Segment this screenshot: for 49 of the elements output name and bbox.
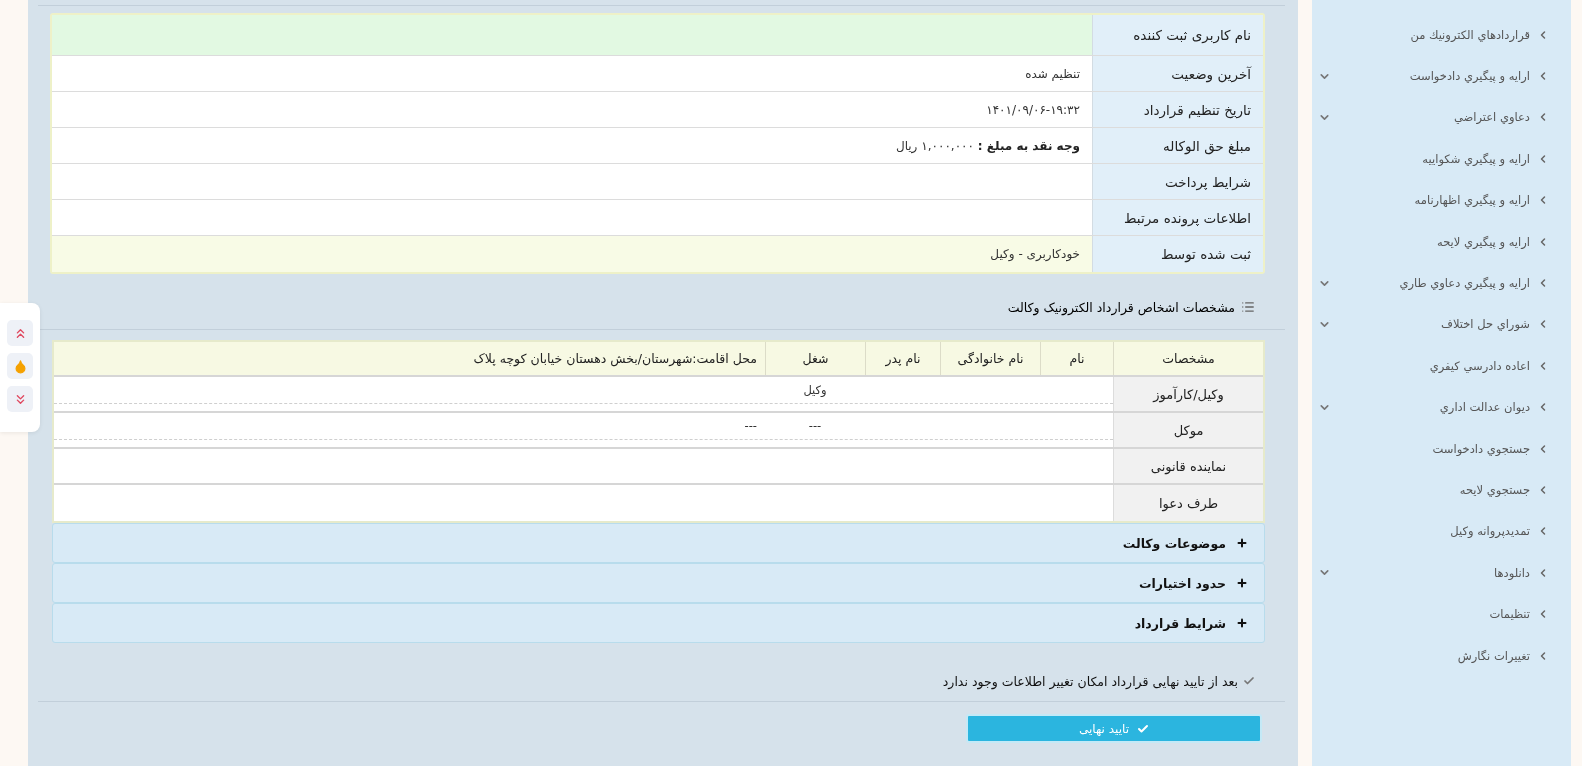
check-icon [1137,722,1149,735]
sidebar-item[interactable]: جستجوي دادخواست [1312,427,1571,470]
row-header: طرف دعوا [1113,485,1263,521]
sidebar-item[interactable]: ديوان عدالت اداري [1312,386,1571,428]
sidebar-item[interactable]: قراردادهاي الكترونيك من [1312,14,1571,56]
column-header: نام خانوادگی [940,342,1040,375]
column-header: نام [1040,342,1113,375]
accordion-header[interactable]: موضوعات وکالت [52,523,1265,563]
sidebar-item[interactable]: ارايه و پيگيري دعاوي طاري [1312,262,1571,304]
row-header: موکل [1113,413,1263,447]
sidebar-item[interactable]: ارايه و پيگيري شكواييه [1312,138,1571,180]
check-icon [1243,675,1255,687]
column-header: نام پدر [865,342,940,375]
accordion-header[interactable]: شرایط قرارداد [52,603,1265,643]
sidebar-item[interactable]: شوراي حل اختلاف [1312,303,1571,346]
row-label: شرایط پرداخت [1092,164,1263,199]
sidebar-item[interactable]: اعاده دادرسي كيفري [1312,345,1571,387]
column-header: شغل [765,342,865,375]
droplet-button[interactable] [7,353,33,379]
column-header: مشخصات [1113,342,1263,375]
list-icon [1241,300,1255,314]
table-cell-text: وکیل [802,382,828,399]
row-label: آخرین وضعیت [1092,56,1263,91]
scroll-down-button[interactable] [7,386,33,412]
accordion-header[interactable]: حدود اختیارات [52,563,1265,603]
sidebar-item[interactable]: تغييرات نگارش [1312,634,1571,677]
row-label: نام کاربری ثبت کننده [1092,15,1263,55]
sidebar-item[interactable]: ارايه و پيگيري دادخواست [1312,55,1571,97]
notice-text: بعد از تایید نهایی قرارداد امکان تغییر اطلاعات وجود ندارد [942,673,1238,689]
value-cell: خودکاربری - وکیل [52,236,1092,272]
sidebar-item[interactable]: تمديدپروانه وكيل [1312,510,1571,553]
column-header: محل اقامت:شهرستان/بخش دهستان خیابان کوچه پلاک [472,350,758,369]
row-label: تاریخ تنظیم قرارداد [1092,92,1263,127]
row-label: اطلاعات پرونده مرتبط [1092,200,1263,235]
table-cell-text: --- [743,418,758,435]
sidebar-item[interactable]: ارايه و پيگيري لايحه [1312,220,1571,263]
sidebar-item[interactable]: دعاوي اعتراضي [1312,96,1571,139]
sidebar-item[interactable]: دانلودها [1312,552,1571,594]
sidebar-item[interactable]: جستجوي لايحه [1312,469,1571,511]
droplet-icon [12,358,28,374]
row-label: مبلغ حق الوکاله [1092,128,1263,163]
row-header: وکیل/کارآموز [1113,377,1263,411]
table-cell-text: --- [807,418,823,435]
sidebar-item[interactable]: تنظيمات [1312,593,1571,635]
scroll-up-button[interactable] [7,320,33,346]
sidebar-item[interactable]: ارايه و پيگيري اظهارنامه [1312,179,1571,221]
row-header: نماینده قانونی [1113,449,1263,483]
row-label: ثبت شده توسط [1092,236,1263,272]
section-title: مشخصات اشخاص قرارداد الکترونیک وکالت [1007,299,1235,315]
